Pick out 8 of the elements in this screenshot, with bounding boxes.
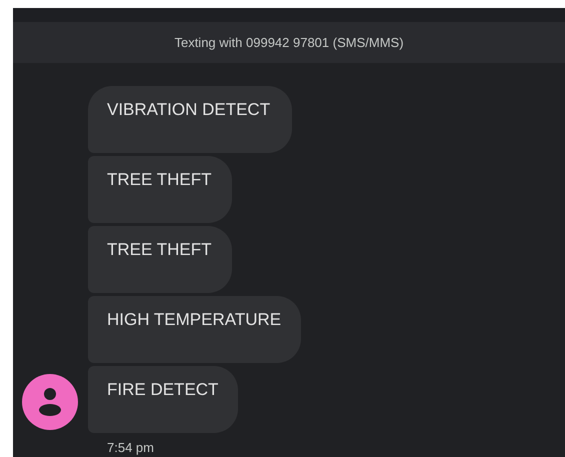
message-bubble: TREE THEFT xyxy=(88,226,232,293)
message-time: 7:54 pm xyxy=(106,440,154,455)
conversation-title: Texting with 099942 97801 (SMS/MMS) xyxy=(174,35,404,50)
message-bubble: HIGH TEMPERATURE xyxy=(88,296,302,363)
message-bubble: TREE THEFT xyxy=(88,156,232,223)
message-bubble: VIBRATION DETECT xyxy=(88,86,292,153)
contact-avatar-icon[interactable] xyxy=(22,374,78,430)
message-bubble: FIRE DETECT xyxy=(88,366,238,433)
